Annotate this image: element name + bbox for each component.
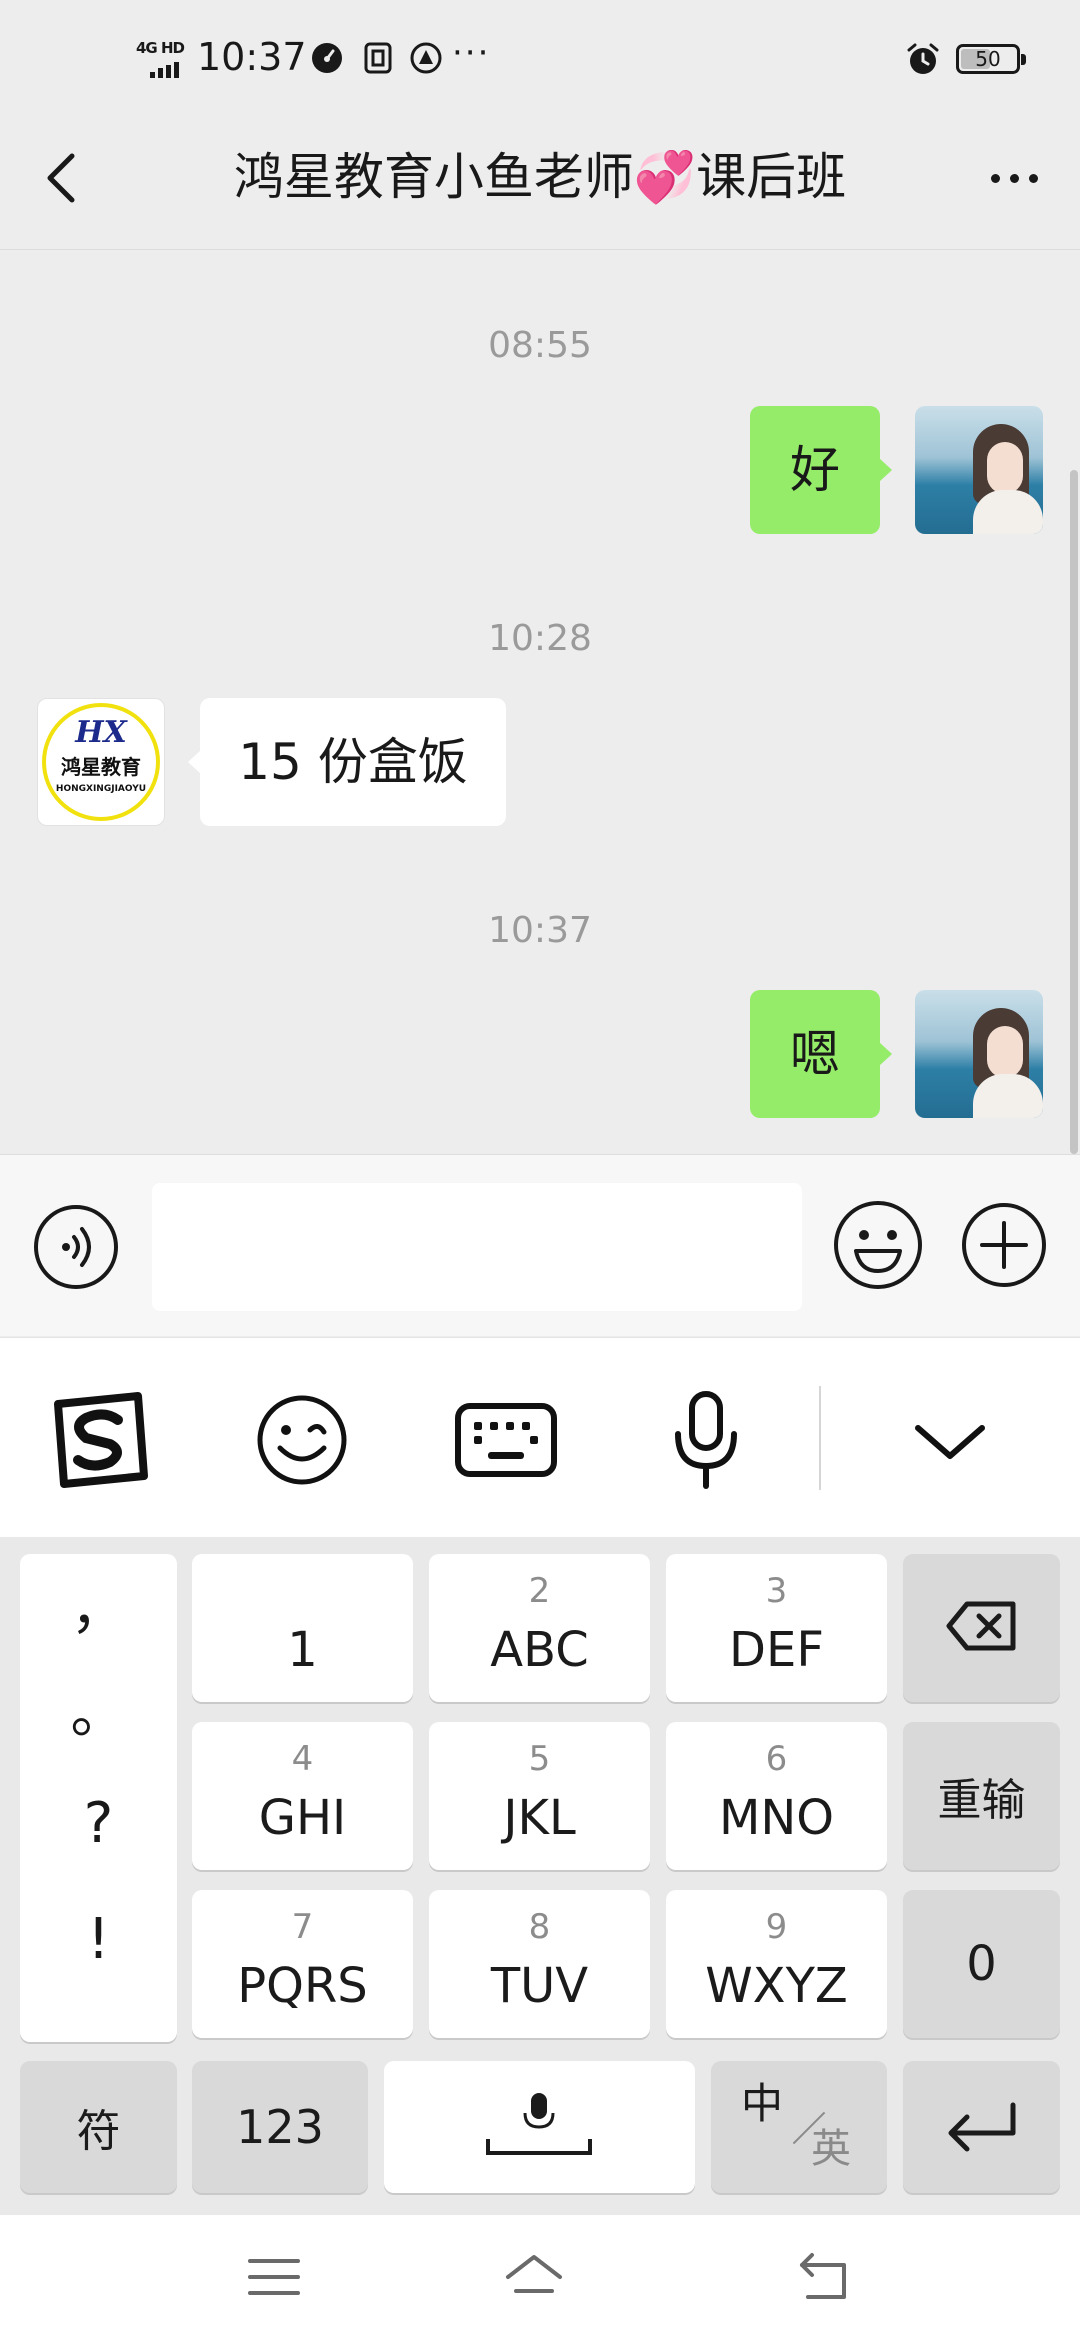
school-avatar[interactable]: HX 鸿星教育 HONGXINGJIAOYU <box>37 698 165 826</box>
home-icon[interactable] <box>504 2247 564 2307</box>
key-2-abc[interactable]: 2 ABC <box>429 1554 650 1702</box>
more-dots-icon: ··· <box>452 33 491 73</box>
message-list[interactable]: 08:55 好 10:28 HX 鸿星教育 HONGXINGJIAOYU 15 … <box>0 251 1080 1154</box>
ime-keyboard: ， 。 ? ! 1 2 ABC 3 DEF 4 GHI 5 JKL 6 MNO 重输 7P… <box>0 1537 1080 2215</box>
key-0[interactable]: 0 <box>903 1890 1060 2038</box>
key-question[interactable]: ? <box>20 1792 177 1856</box>
message-bubble-sent[interactable]: 嗯 <box>750 990 892 1118</box>
key-7-pqrs[interactable]: 7 PQRS <box>192 1890 413 2038</box>
key-exclamation[interactable]: ! <box>20 1908 177 1972</box>
logo-chinese: 鸿星教育 <box>61 755 141 779</box>
sogou-logo-icon[interactable] <box>48 1390 152 1490</box>
battery-level: 50 <box>975 47 1001 71</box>
ime-toolbar <box>0 1337 1080 1537</box>
key-4-ghi[interactable]: 4 GHI <box>192 1722 413 1870</box>
emoji-icon[interactable] <box>250 1390 354 1490</box>
sim-icon <box>364 42 392 74</box>
key-period[interactable]: 。 <box>20 1682 177 1746</box>
scrollbar[interactable] <box>1070 470 1078 1154</box>
timestamp: 08:55 <box>488 325 592 366</box>
timestamp: 10:28 <box>488 618 592 659</box>
toolbar-divider <box>819 1386 821 1490</box>
network-label: 4G HD <box>136 39 185 57</box>
keyboard-icon[interactable] <box>454 1390 558 1490</box>
key-9-wxyz[interactable]: 9 WXYZ <box>666 1890 887 2038</box>
system-nav-bar <box>0 2215 1080 2340</box>
more-options-button[interactable] <box>978 146 1050 210</box>
en-label: 英 <box>811 2126 851 2172</box>
key-6-mno[interactable]: 6 MNO <box>666 1722 887 1870</box>
input-bar <box>0 1154 1080 1336</box>
key-1[interactable]: 1 <box>192 1554 413 1702</box>
logo-english: HONGXINGJIAOYU <box>55 784 147 794</box>
status-time: 10:37 <box>197 35 307 79</box>
message-bubble-sent[interactable]: 好 <box>750 406 892 534</box>
signal-icon <box>150 62 179 78</box>
microphone-icon[interactable] <box>654 1390 758 1490</box>
reinput-key[interactable]: 重输 <box>903 1722 1060 1870</box>
key-8-tuv[interactable]: 8 TUV <box>429 1890 650 2038</box>
backspace-icon <box>946 1601 1016 1651</box>
chevron-down-icon[interactable] <box>898 1390 1002 1490</box>
timestamp: 10:37 <box>488 910 592 951</box>
notification-icon <box>410 42 442 74</box>
network-indicator: 4G HD <box>136 40 192 78</box>
user-avatar[interactable] <box>915 990 1043 1118</box>
back-button[interactable] <box>30 146 94 210</box>
punctuation-column[interactable]: ， 。 ? ! <box>20 1554 177 2042</box>
speedometer-icon <box>312 43 342 73</box>
space-key[interactable] <box>384 2061 695 2193</box>
emoji-icon[interactable] <box>832 1199 924 1291</box>
symbol-key[interactable]: 符 <box>20 2061 177 2193</box>
key-5-jkl[interactable]: 5 JKL <box>429 1722 650 1870</box>
alarm-icon <box>907 43 939 74</box>
battery-icon: 50 <box>956 44 1026 74</box>
key-3-def[interactable]: 3 DEF <box>666 1554 887 1702</box>
voice-icon[interactable] <box>32 1203 120 1291</box>
enter-icon <box>948 2102 1016 2152</box>
chat-header: 鸿星教育小鱼老师💞课后班 <box>0 118 1080 250</box>
chat-title: 鸿星教育小鱼老师💞课后班 <box>233 148 847 206</box>
status-bar: 4G HD 10:37 ··· 50 <box>0 0 1080 118</box>
logo-letters: HX <box>75 715 127 750</box>
space-mic-icon <box>486 2093 592 2155</box>
plus-icon[interactable] <box>960 1201 1048 1289</box>
enter-key[interactable] <box>903 2061 1060 2193</box>
zh-label: 中 <box>741 2079 784 2128</box>
message-bubble-received[interactable]: 15 份盒饭 <box>188 698 506 826</box>
numeric-key[interactable]: 123 <box>192 2061 368 2193</box>
key-comma[interactable]: ， <box>20 1578 177 1642</box>
zh-en-toggle-key[interactable]: 中 英 <box>711 2061 887 2193</box>
user-avatar[interactable] <box>915 406 1043 534</box>
back-nav-icon[interactable] <box>794 2247 854 2307</box>
backspace-key[interactable] <box>903 1554 1060 1702</box>
menu-icon[interactable] <box>244 2247 304 2307</box>
message-input[interactable] <box>152 1183 802 1311</box>
